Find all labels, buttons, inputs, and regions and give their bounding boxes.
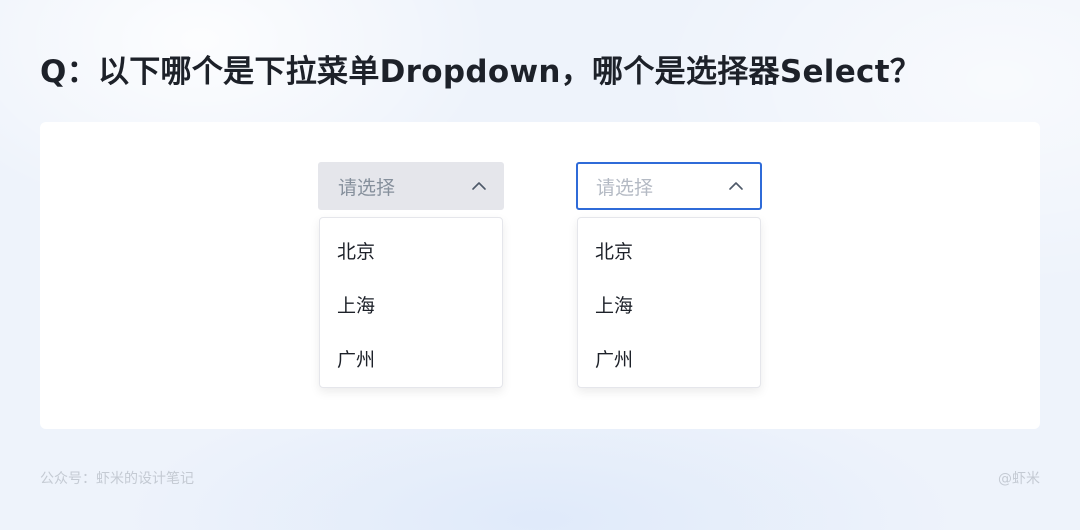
footer-handle: @虾米 (998, 471, 1040, 487)
select-menu: 北京 上海 广州 (577, 217, 761, 388)
select-option-beijing[interactable]: 北京 (578, 223, 760, 277)
dropdown-placeholder: 请选择 (338, 176, 396, 199)
footer-credit: 公众号：虾米的设计笔记 (40, 471, 194, 487)
dropdown-menu: 北京 上海 广州 (319, 217, 503, 388)
select-trigger[interactable]: 请选择 (576, 162, 762, 210)
dropdown-trigger[interactable]: 请选择 (318, 162, 504, 210)
comparison-card: 请选择 北京 上海 广州 请选择 北京 上海 广州 (40, 122, 1040, 429)
select-option-shanghai[interactable]: 上海 (578, 277, 760, 331)
dropdown-item-guangzhou[interactable]: 广州 (320, 331, 502, 385)
question-title: Q：以下哪个是下拉菜单Dropdown，哪个是选择器Select？ (40, 54, 922, 90)
select-option-guangzhou[interactable]: 广州 (578, 331, 760, 385)
dropdown-item-beijing[interactable]: 北京 (320, 223, 502, 277)
select-placeholder: 请选择 (596, 176, 654, 199)
chevron-up-icon (472, 182, 486, 190)
dropdown-item-shanghai[interactable]: 上海 (320, 277, 502, 331)
chevron-up-icon (729, 182, 743, 190)
